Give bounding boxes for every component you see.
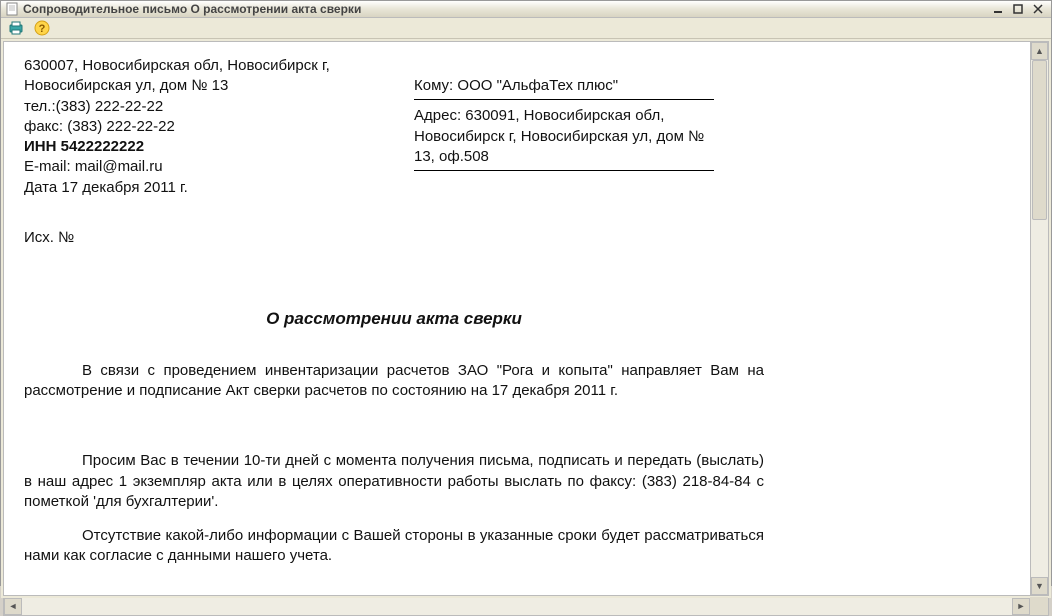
- recipient-to: Кому: ООО "АльфаТех плюс": [414, 74, 714, 100]
- help-button[interactable]: ?: [31, 18, 53, 38]
- document-icon: [5, 2, 19, 16]
- sender-fax: факс: (383) 222-22-22: [24, 117, 374, 137]
- svg-text:?: ?: [39, 23, 46, 35]
- document-title: О рассмотрении акта сверки: [24, 308, 764, 331]
- paragraph-3: Отсутствие какой-либо информации с Вашей…: [24, 526, 764, 567]
- scroll-track[interactable]: [1031, 60, 1048, 577]
- sender-phone: тел.:(383) 222-22-22: [24, 97, 374, 117]
- titlebar: Сопроводительное письмо О рассмотрении а…: [1, 1, 1051, 18]
- toolbar: ?: [1, 18, 1051, 39]
- app-window: Сопроводительное письмо О рассмотрении а…: [0, 0, 1052, 586]
- print-button[interactable]: [5, 18, 27, 38]
- content-area: 630007, Новосибирская обл, Новосибирск г…: [1, 39, 1051, 598]
- scroll-right-button[interactable]: ►: [1012, 598, 1030, 615]
- sender-address: 630007, Новосибирская обл, Новосибирск г…: [24, 56, 374, 97]
- maximize-button[interactable]: [1009, 1, 1027, 17]
- paragraph-2: Просим Вас в течении 10-ти дней с момент…: [24, 451, 764, 512]
- horizontal-scrollbar[interactable]: ◄ ►: [3, 598, 1049, 616]
- recipient-block: Кому: ООО "АльфаТех плюс" Адрес: 630091,…: [414, 74, 714, 248]
- paragraph-1: В связи с проведением инвентаризации рас…: [24, 361, 764, 402]
- document-page: 630007, Новосибирская обл, Новосибирск г…: [4, 42, 784, 595]
- vertical-scrollbar[interactable]: ▲ ▼: [1031, 41, 1049, 596]
- scroll-up-button[interactable]: ▲: [1031, 42, 1048, 60]
- close-button[interactable]: [1029, 1, 1047, 17]
- scroll-left-button[interactable]: ◄: [4, 598, 22, 615]
- sender-email: E-mail: mail@mail.ru: [24, 157, 374, 177]
- window-title: Сопроводительное письмо О рассмотрении а…: [23, 2, 989, 16]
- sender-inn: ИНН 5422222222: [24, 137, 374, 157]
- document-viewport: 630007, Новосибирская обл, Новосибирск г…: [3, 41, 1031, 596]
- letter-header: 630007, Новосибирская обл, Новосибирск г…: [24, 56, 764, 248]
- sender-date: Дата 17 декабря 2011 г.: [24, 178, 374, 198]
- hscroll-track[interactable]: [22, 598, 1012, 615]
- scroll-thumb[interactable]: [1032, 60, 1047, 220]
- recipient-address: Адрес: 630091, Новосибирская обл, Новоси…: [414, 104, 714, 171]
- outgoing-number: Исх. №: [24, 228, 374, 248]
- scroll-corner: [1030, 597, 1048, 615]
- minimize-button[interactable]: [989, 1, 1007, 17]
- sender-block: 630007, Новосибирская обл, Новосибирск г…: [24, 56, 374, 248]
- window-controls: [989, 1, 1047, 17]
